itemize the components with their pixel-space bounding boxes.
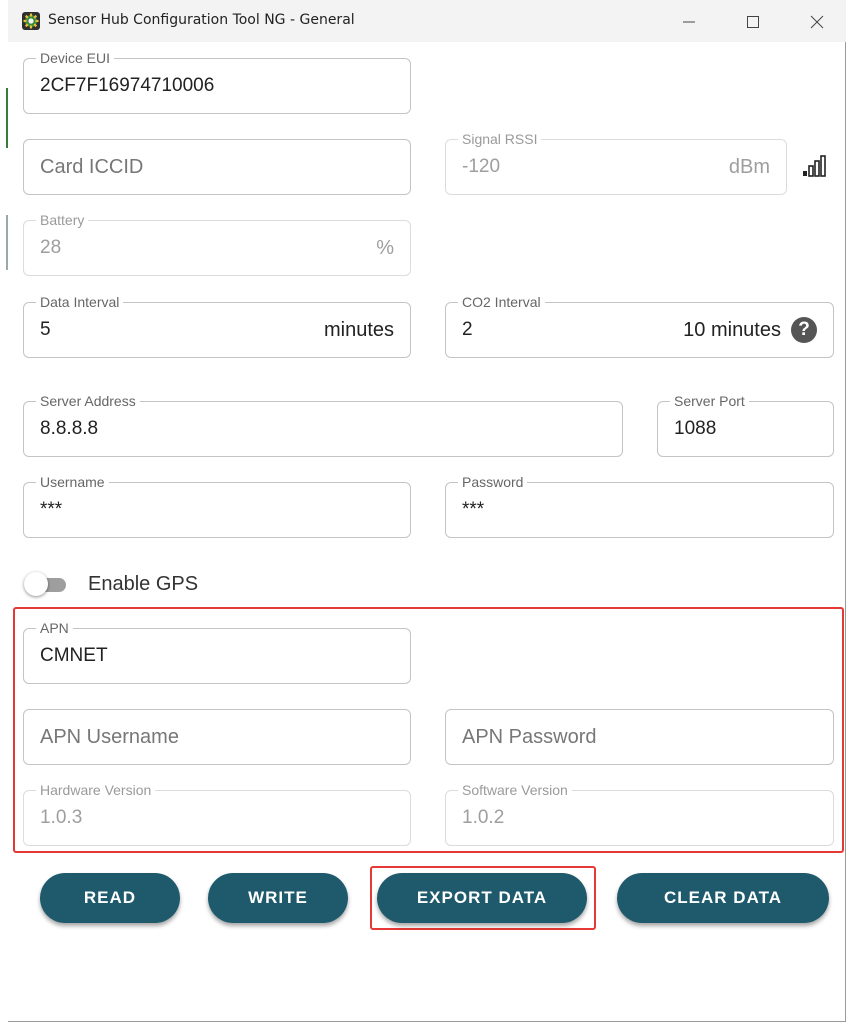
software-version-field: Software Version 1.0.2 (445, 783, 834, 846)
software-version-value: 1.0.2 (462, 807, 505, 828)
co2-interval-unit: 10 minutes (683, 319, 781, 341)
toggle-thumb[interactable] (24, 572, 48, 596)
signal-rssi-value: -120 (462, 156, 501, 177)
server-port-label: Server Port (670, 394, 749, 409)
signal-rssi-label: Signal RSSI (458, 132, 542, 147)
apn-value: CMNET (40, 645, 108, 666)
minimize-icon (683, 21, 695, 23)
server-port-field[interactable]: Server Port 1088 (657, 394, 834, 457)
battery-field: Battery 28 % (23, 213, 411, 276)
apn-password-placeholder: APN Password (462, 726, 597, 748)
password-label: Password (458, 475, 528, 490)
title-bar[interactable]: Sensor Hub Configuration Tool NG - Gener… (8, 0, 846, 42)
device-eui-field[interactable]: Device EUI 2CF7F16974710006 (23, 51, 411, 114)
hardware-version-field: Hardware Version 1.0.3 (23, 783, 411, 846)
enable-gps-toggle[interactable] (24, 571, 94, 599)
signal-strength-icon (803, 155, 826, 177)
battery-unit: % (376, 237, 394, 259)
co2-interval-value: 2 (462, 319, 473, 340)
username-value: *** (40, 499, 63, 520)
minimize-button[interactable] (666, 6, 712, 36)
password-value: *** (462, 499, 485, 520)
data-interval-value: 5 (40, 319, 51, 340)
username-label: Username (36, 475, 109, 490)
signal-rssi-unit: dBm (728, 156, 770, 178)
clear-data-button[interactable]: CLEAR DATA (617, 873, 829, 923)
server-port-value: 1088 (674, 418, 717, 439)
battery-value: 28 (40, 237, 62, 258)
signal-rssi-field: Signal RSSI -120 dBm (445, 132, 787, 195)
server-address-field[interactable]: Server Address 8.8.8.8 (23, 394, 623, 457)
background-strip (0, 0, 8, 1025)
server-address-value: 8.8.8.8 (40, 418, 99, 439)
data-interval-label: Data Interval (36, 295, 124, 310)
device-eui-label: Device EUI (36, 51, 115, 66)
window-title: Sensor Hub Configuration Tool NG - Gener… (48, 12, 355, 28)
apn-username-field[interactable]: APN Username (23, 709, 411, 765)
app-window: Sensor Hub Configuration Tool NG - Gener… (8, 0, 846, 1022)
hardware-version-label: Hardware Version (36, 783, 156, 798)
username-field[interactable]: Username *** (23, 475, 411, 538)
maximize-button[interactable] (730, 6, 776, 36)
device-eui-value: 2CF7F16974710006 (40, 75, 215, 96)
co2-interval-label: CO2 Interval (458, 295, 545, 310)
data-interval-field[interactable]: Data Interval 5 minutes (23, 295, 411, 358)
maximize-icon (747, 16, 759, 28)
apn-username-placeholder: APN Username (40, 726, 179, 748)
help-icon[interactable]: ? (791, 317, 817, 343)
close-icon (810, 15, 824, 29)
enable-gps-label: Enable GPS (88, 573, 199, 595)
card-iccid-field[interactable]: Card ICCID (23, 139, 411, 195)
data-interval-unit: minutes (323, 319, 394, 341)
apn-label: APN (36, 621, 73, 636)
apn-field[interactable]: APN CMNET (23, 621, 411, 684)
apn-password-field[interactable]: APN Password (445, 709, 834, 765)
card-iccid-placeholder: Card ICCID (40, 156, 144, 178)
hardware-version-value: 1.0.3 (40, 807, 83, 828)
write-button[interactable]: WRITE (208, 873, 348, 923)
gear-icon (22, 12, 40, 30)
password-field[interactable]: Password *** (445, 475, 834, 538)
export-data-button[interactable]: EXPORT DATA (377, 873, 587, 923)
software-version-label: Software Version (458, 783, 572, 798)
read-button[interactable]: READ (40, 873, 180, 923)
co2-interval-field[interactable]: CO2 Interval 2 10 minutes ? (445, 295, 834, 358)
close-button[interactable] (794, 6, 840, 36)
server-address-label: Server Address (36, 394, 140, 409)
battery-label: Battery (36, 213, 89, 228)
